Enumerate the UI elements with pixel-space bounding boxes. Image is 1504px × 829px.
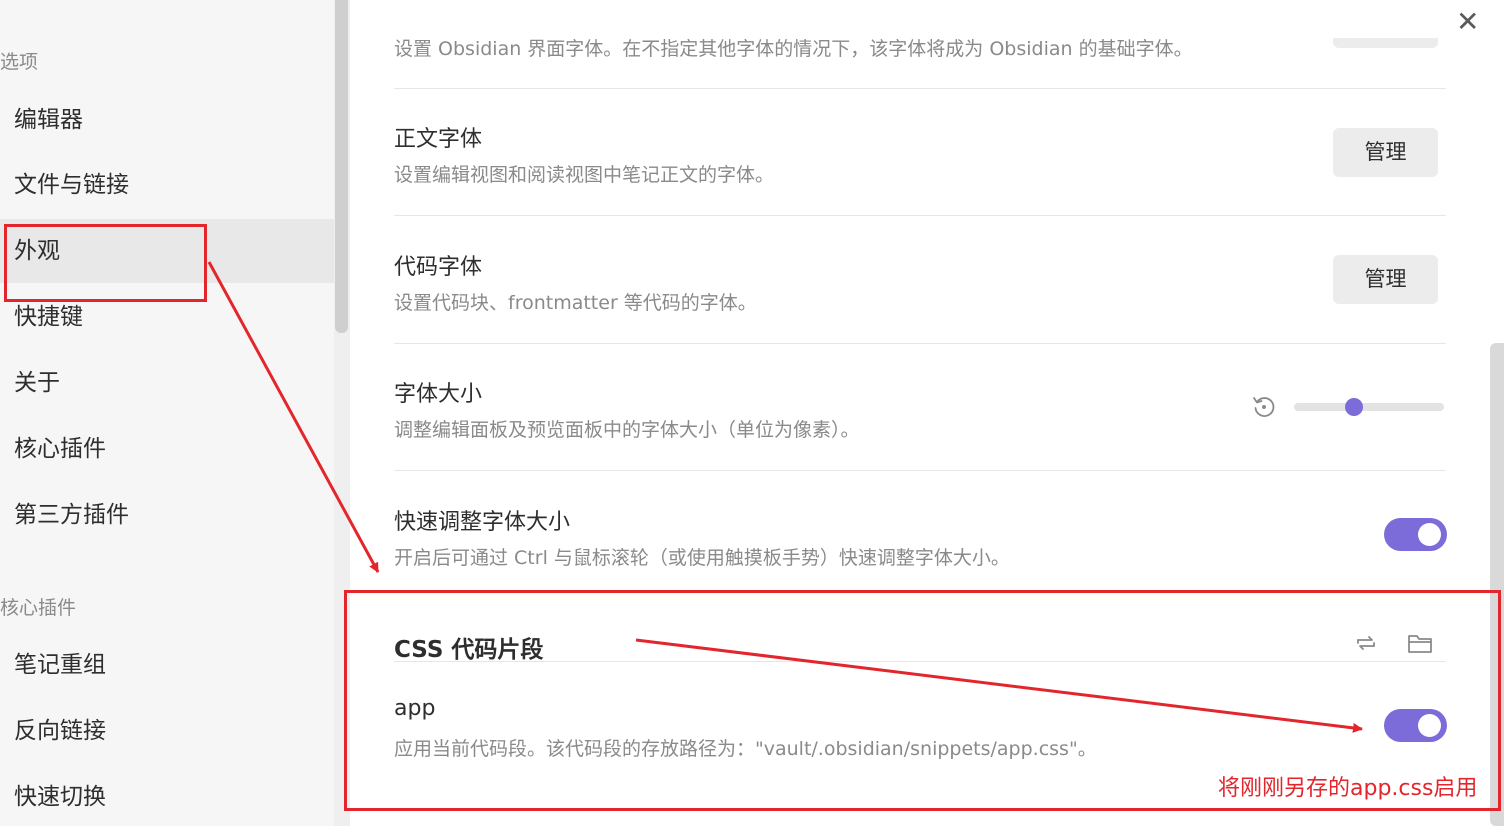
close-icon[interactable]: ✕ bbox=[1456, 8, 1479, 36]
toggle-knob bbox=[1418, 523, 1441, 546]
sidebar-section-core: 核心插件 bbox=[0, 597, 77, 619]
interface-font-desc: 设置 Obsidian 界面字体。在不指定其他字体的情况下，该字体将成为 Obs… bbox=[394, 38, 1193, 60]
sidebar-item-note-composer[interactable]: 笔记重组 bbox=[0, 633, 334, 697]
sidebar-item-quick-switcher[interactable]: 快速切换 bbox=[0, 765, 334, 829]
body-font-name: 正文字体 bbox=[394, 127, 483, 152]
sidebar-item-backlinks[interactable]: 反向链接 bbox=[0, 699, 334, 763]
sidebar-scrollbar-thumb[interactable] bbox=[335, 0, 348, 333]
code-font-name: 代码字体 bbox=[394, 255, 483, 280]
font-size-slider[interactable] bbox=[1294, 403, 1444, 411]
divider bbox=[394, 215, 1446, 216]
body-font-desc: 设置编辑视图和阅读视图中笔记正文的字体。 bbox=[394, 164, 775, 186]
sidebar-item-files-links[interactable]: 文件与链接 bbox=[0, 153, 334, 217]
quick-font-size-desc: 开启后可通过 Ctrl 与鼠标滚轮（或使用触摸板手势）快速调整字体大小。 bbox=[394, 547, 1010, 569]
reset-icon[interactable] bbox=[1251, 394, 1277, 420]
sidebar-item-community-plugins[interactable]: 第三方插件 bbox=[0, 483, 334, 547]
body-font-manage-button[interactable]: 管理 bbox=[1333, 128, 1438, 177]
annotation-box-appearance bbox=[4, 224, 207, 302]
font-size-slider-handle[interactable] bbox=[1345, 398, 1363, 416]
quick-font-size-name: 快速调整字体大小 bbox=[394, 510, 571, 535]
settings-sidebar: 选项 编辑器 文件与链接 外观 快捷键 关于 核心插件 第三方插件 核心插件 笔… bbox=[0, 0, 334, 826]
code-font-manage-button[interactable]: 管理 bbox=[1333, 255, 1438, 304]
quick-font-size-toggle[interactable] bbox=[1384, 518, 1447, 551]
font-size-desc: 调整编辑面板及预览面板中的字体大小（单位为像素）。 bbox=[394, 419, 860, 441]
code-font-desc: 设置代码块、frontmatter 等代码的字体。 bbox=[394, 292, 757, 314]
divider bbox=[394, 470, 1446, 471]
sidebar-item-about[interactable]: 关于 bbox=[0, 351, 334, 415]
annotation-text: 将刚刚另存的app.css启用 bbox=[1218, 776, 1478, 801]
font-size-name: 字体大小 bbox=[394, 382, 483, 407]
sidebar-item-core-plugins[interactable]: 核心插件 bbox=[0, 417, 334, 481]
sidebar-section-options: 选项 bbox=[0, 51, 39, 73]
divider bbox=[394, 343, 1446, 344]
divider bbox=[394, 88, 1446, 89]
sidebar-item-editor[interactable]: 编辑器 bbox=[0, 88, 334, 152]
